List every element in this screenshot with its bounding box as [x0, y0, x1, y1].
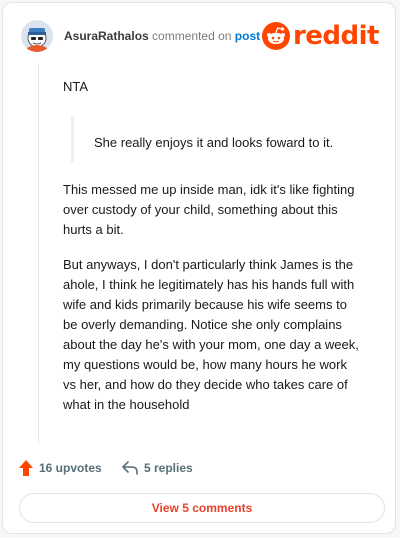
- comment-paragraph-1: This messed me up inside man, idk it's l…: [63, 182, 355, 237]
- replies-count: 5 replies: [144, 461, 193, 475]
- upvote-button[interactable]: 16 upvotes: [19, 456, 102, 480]
- comment-paragraph-2: But anyways, I don't particularly think …: [63, 257, 359, 412]
- post-link[interactable]: post: [235, 29, 260, 43]
- comment-card: AsuraRathalos commented on post reddit N…: [2, 2, 396, 534]
- thread-line[interactable]: [38, 63, 39, 443]
- reddit-logo[interactable]: reddit: [261, 21, 380, 51]
- user-avatar[interactable]: [21, 20, 53, 52]
- blockquote-text: She really enjoys it and looks foward to…: [94, 135, 334, 150]
- commented-on-text: commented on: [152, 29, 232, 43]
- reddit-snoo-icon: [261, 22, 290, 50]
- blockquote-bar: [71, 116, 74, 163]
- comment-line-1: NTA: [63, 79, 89, 94]
- reddit-wordmark: reddit: [292, 21, 380, 51]
- upvote-arrow-icon: [19, 460, 33, 476]
- view-comments-button[interactable]: View 5 comments: [19, 493, 385, 523]
- reply-arrow-icon: [122, 461, 138, 475]
- upvote-count: 16 upvotes: [39, 461, 102, 475]
- comment-header: AsuraRathalos commented on post reddit: [21, 19, 380, 53]
- comment-meta: AsuraRathalos commented on post: [64, 29, 260, 43]
- replies-button[interactable]: 5 replies: [122, 456, 193, 480]
- username-link[interactable]: AsuraRathalos: [64, 29, 149, 43]
- snoo-avatar-icon: [21, 20, 53, 52]
